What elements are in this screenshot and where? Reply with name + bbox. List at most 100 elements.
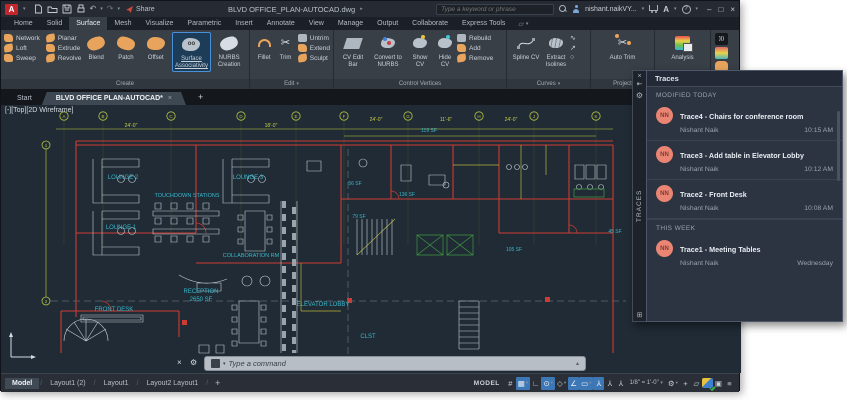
tab-output[interactable]: Output bbox=[370, 17, 405, 30]
blend-button[interactable]: Blend bbox=[82, 32, 110, 62]
undo-icon[interactable]: ↶ bbox=[90, 5, 97, 13]
undo-caret-icon[interactable]: ▾ bbox=[100, 6, 103, 12]
panel-label-control-vertices[interactable]: Control Vertices bbox=[334, 79, 506, 89]
customization-plus-button[interactable]: + bbox=[680, 377, 691, 390]
spline-cv-button[interactable]: Spline CV bbox=[511, 32, 541, 62]
workspace-gear-button[interactable]: ⚙ ▾ bbox=[666, 377, 680, 390]
untrim-button[interactable]: Untrim bbox=[297, 34, 330, 42]
plot-icon[interactable] bbox=[76, 4, 86, 14]
revolve-button[interactable]: Revolve bbox=[45, 53, 81, 63]
tab-solid[interactable]: Solid bbox=[40, 17, 70, 30]
polar-tracking-button[interactable]: ⊙ ▾ bbox=[541, 376, 556, 390]
layout-tab-layout1[interactable]: Layout1 bbox=[97, 378, 136, 389]
sweep-button[interactable]: Sweep bbox=[4, 54, 40, 62]
customization-menu-button[interactable]: ≡ bbox=[724, 377, 735, 390]
app-menu-caret-icon[interactable]: ▾ bbox=[23, 6, 26, 12]
user-name[interactable]: nishant.naikVY... bbox=[585, 6, 637, 13]
panel-label-edit[interactable]: Edit ▾ bbox=[250, 79, 333, 89]
save-icon[interactable] bbox=[62, 4, 72, 14]
palette-scrollbar[interactable] bbox=[837, 111, 840, 181]
panel-label-create[interactable]: Create bbox=[1, 79, 249, 89]
remove-button[interactable]: Remove bbox=[456, 53, 493, 63]
fillet-button[interactable]: Fillet bbox=[254, 32, 274, 62]
network-button[interactable]: Network bbox=[4, 34, 40, 42]
hide-cv-button[interactable]: Hide CV bbox=[434, 32, 456, 69]
palette-properties-icon[interactable]: ⚙ bbox=[636, 91, 643, 100]
command-recent-icon[interactable] bbox=[211, 359, 220, 368]
isolate-objects-button[interactable]: ▱ bbox=[691, 377, 702, 390]
extrude-button[interactable]: Extrude bbox=[45, 44, 81, 52]
layout-tab-layout2-layout1[interactable]: Layout2 Layout1 bbox=[139, 378, 205, 389]
auto-trim-button[interactable]: ✂ Auto Trim bbox=[607, 32, 639, 62]
viewport-controls[interactable]: [-][Top][2D Wireframe] bbox=[5, 107, 73, 114]
convert-to-nurbs-button[interactable]: Convert to NURBS bbox=[370, 32, 406, 69]
extract-isolines-button[interactable]: Extract Isolines bbox=[543, 32, 569, 69]
ribbon-overflow-icon[interactable]: ▱ ▾ bbox=[518, 17, 528, 30]
user-caret-icon[interactable]: ▾ bbox=[642, 6, 645, 12]
command-expand-icon[interactable]: ▴ bbox=[576, 360, 579, 367]
curve-tool-icon[interactable]: ↗ bbox=[570, 44, 576, 52]
share-button[interactable]: Share bbox=[125, 5, 155, 14]
rebuild-button[interactable]: Rebuild bbox=[457, 34, 493, 42]
trace-item[interactable]: NN Trace3 - Add table in Elevator Lobby … bbox=[647, 141, 842, 180]
close-tab-icon[interactable]: × bbox=[168, 95, 172, 102]
annotation-scale-button[interactable]: ⅄ bbox=[615, 377, 626, 390]
trim-button[interactable]: ✂ Trim bbox=[276, 32, 294, 62]
tab-view[interactable]: View bbox=[302, 17, 331, 30]
tab-collaborate[interactable]: Collaborate bbox=[405, 17, 455, 30]
patch-button[interactable]: Patch bbox=[112, 32, 140, 62]
new-file-icon[interactable] bbox=[34, 4, 43, 14]
add-button[interactable]: Add bbox=[457, 44, 493, 52]
analysis-button[interactable]: Analysis bbox=[665, 32, 701, 62]
tab-mesh[interactable]: Mesh bbox=[107, 17, 138, 30]
tab-insert[interactable]: Insert bbox=[228, 17, 260, 30]
minimize-button[interactable]: – bbox=[707, 5, 711, 14]
offset-button[interactable]: Offset bbox=[142, 32, 170, 62]
new-layout-button[interactable]: + bbox=[209, 378, 226, 388]
file-tab-start[interactable]: Start bbox=[7, 92, 42, 105]
doc-title-caret-icon[interactable]: ▸ bbox=[360, 6, 363, 12]
layout-tab-model[interactable]: Model bbox=[5, 377, 40, 389]
planar-button[interactable]: Planar bbox=[45, 33, 81, 43]
autocad-logo-icon[interactable]: A bbox=[5, 3, 18, 15]
autoscale-button[interactable]: ⅄ bbox=[604, 377, 615, 390]
new-drawing-tab-button[interactable]: + bbox=[194, 89, 207, 105]
command-close-icon[interactable]: × bbox=[177, 358, 182, 367]
redo-caret-icon[interactable]: ▾ bbox=[117, 6, 120, 12]
trace-item[interactable]: NN Trace1 - Meeting Tables Nishant Naik W… bbox=[647, 235, 842, 273]
object-snap-button[interactable]: ▭ ▾ bbox=[579, 376, 594, 390]
tab-home[interactable]: Home bbox=[7, 17, 40, 30]
autodesk-app-icon[interactable]: A bbox=[663, 5, 669, 14]
layout-tab-layout1-2[interactable]: Layout1 (2) bbox=[43, 378, 92, 389]
palette-autohide-icon[interactable]: ⇤ bbox=[637, 80, 643, 88]
curve-tool-icon[interactable]: ∿ bbox=[570, 34, 576, 42]
model-space-label[interactable]: MODEL bbox=[474, 380, 500, 387]
grid-display-button[interactable]: # bbox=[505, 377, 516, 390]
tab-annotate[interactable]: Annotate bbox=[260, 17, 302, 30]
curve-tool-icon[interactable]: ○ bbox=[570, 54, 576, 61]
redo-icon[interactable]: ↷ bbox=[107, 5, 114, 13]
close-button[interactable]: × bbox=[730, 5, 735, 14]
drawing-canvas[interactable]: [-][Top][2D Wireframe] A B C D E F G H J K 1 2 24'… bbox=[1, 105, 741, 373]
ortho-mode-button[interactable]: ∟ bbox=[530, 377, 541, 390]
annotation-scale-value[interactable]: 1/8" = 1'-0" ▾ bbox=[626, 380, 665, 386]
command-customize-icon[interactable]: ⚙ bbox=[190, 358, 197, 367]
command-caret-icon[interactable]: ▾ bbox=[223, 361, 226, 367]
palette-dock-icon[interactable]: ⊞ bbox=[637, 311, 643, 319]
trace-item[interactable]: NN Trace2 - Front Desk Nishant Naik 10:08… bbox=[647, 180, 842, 219]
maximize-button[interactable]: □ bbox=[719, 5, 724, 14]
graphics-performance-icon[interactable] bbox=[701, 378, 713, 388]
palette-close-icon[interactable]: × bbox=[637, 73, 641, 80]
help-icon[interactable]: ? bbox=[681, 4, 691, 14]
show-cv-button[interactable]: Show CV bbox=[408, 32, 432, 69]
file-tab-active-doc[interactable]: BLVD OFFICE PLAN-AUTOCAD* × bbox=[42, 92, 186, 105]
search-input[interactable] bbox=[436, 3, 555, 15]
command-input[interactable]: Type a command bbox=[229, 359, 573, 368]
tab-visualize[interactable]: Visualize bbox=[139, 17, 181, 30]
cv-edit-bar-button[interactable]: CV Edit Bar bbox=[338, 32, 368, 69]
help-caret-icon[interactable]: ▾ bbox=[696, 6, 699, 12]
user-avatar-icon[interactable] bbox=[572, 5, 580, 13]
command-line[interactable]: ▾ Type a command ▴ bbox=[204, 356, 586, 371]
loft-button[interactable]: Loft bbox=[3, 43, 40, 53]
object-snap-tracking-button[interactable]: ∠ bbox=[568, 376, 580, 390]
